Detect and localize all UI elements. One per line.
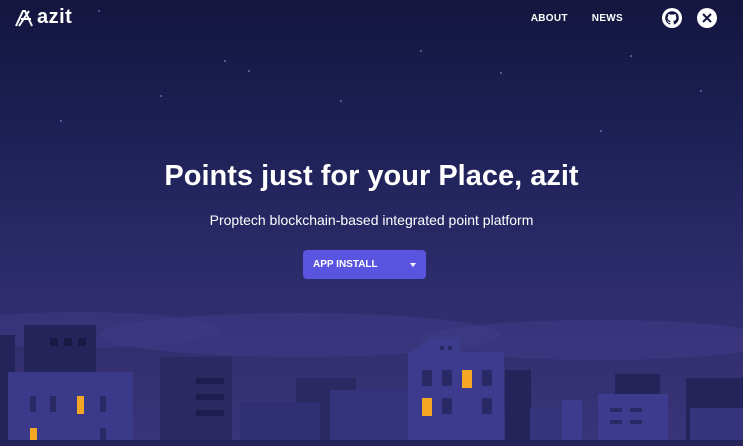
github-icon[interactable] bbox=[662, 8, 682, 28]
x-icon[interactable] bbox=[697, 8, 717, 28]
logo-text: azit bbox=[37, 6, 73, 28]
city-skyline-illustration bbox=[0, 312, 743, 446]
nav-link-about[interactable]: ABOUT bbox=[531, 13, 568, 24]
app-install-label: APP INSTALL bbox=[313, 259, 378, 270]
logo-mark-icon bbox=[15, 9, 33, 27]
app-install-button[interactable]: APP INSTALL bbox=[303, 250, 426, 279]
page: azit ABOUT NEWS Points just for your Pla… bbox=[0, 0, 743, 446]
nav-link-news[interactable]: NEWS bbox=[592, 13, 623, 24]
top-navigation: azit ABOUT NEWS bbox=[0, 0, 743, 36]
chevron-down-icon bbox=[410, 262, 416, 267]
nav-links: ABOUT NEWS bbox=[531, 13, 623, 24]
brand-logo[interactable]: azit bbox=[15, 6, 72, 29]
hero-section: Points just for your Place, azit Proptec… bbox=[0, 160, 743, 228]
hero-title: Points just for your Place, azit bbox=[164, 160, 579, 192]
hero-subtitle: Proptech blockchain-based integrated poi… bbox=[209, 212, 534, 228]
